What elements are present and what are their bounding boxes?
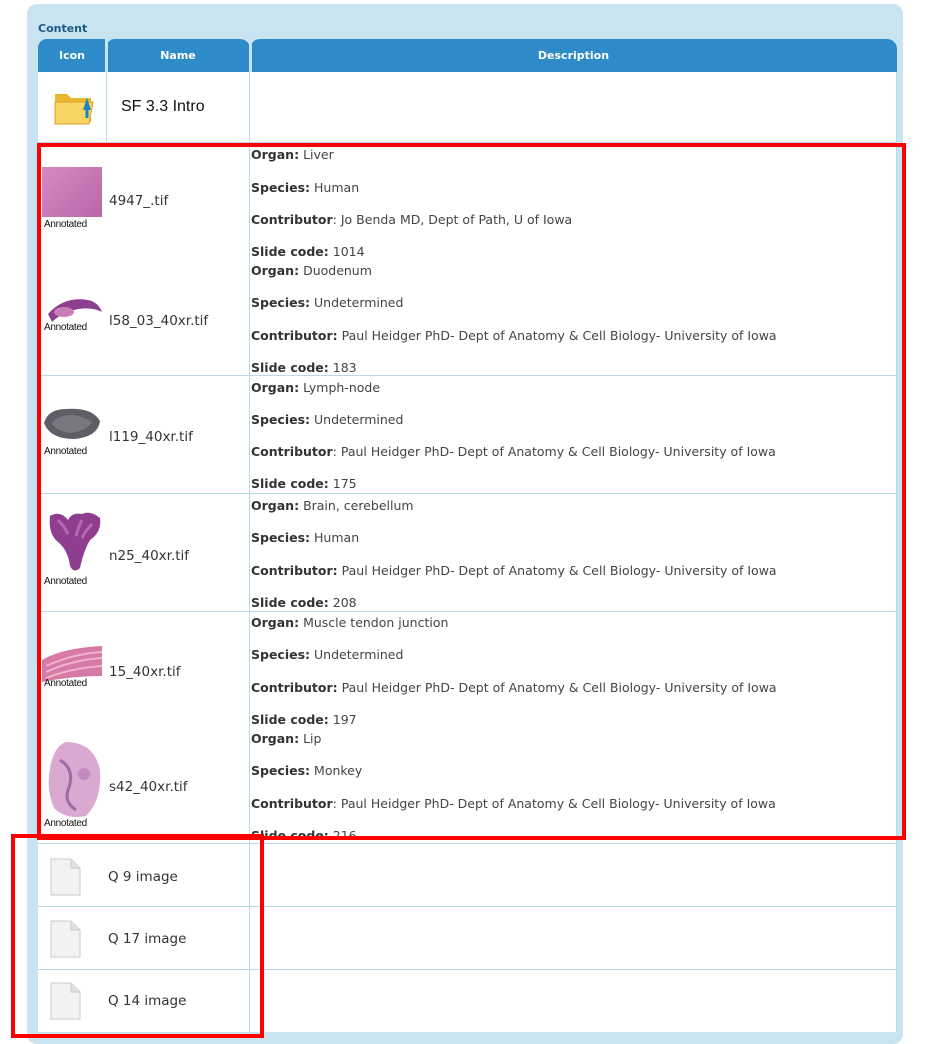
content-label: Content bbox=[38, 22, 88, 35]
header-separator bbox=[249, 39, 252, 72]
header-separator bbox=[105, 39, 108, 72]
highlight-box-images bbox=[11, 834, 264, 1038]
folder-up-icon[interactable] bbox=[53, 86, 97, 126]
folder-name[interactable]: SF 3.3 Intro bbox=[121, 98, 205, 116]
column-header-description[interactable]: Description bbox=[250, 39, 897, 72]
highlight-box-slides bbox=[37, 143, 906, 840]
column-header-icon[interactable]: Icon bbox=[38, 39, 106, 72]
column-header-name[interactable]: Name bbox=[106, 39, 250, 72]
column-divider bbox=[106, 72, 107, 142]
